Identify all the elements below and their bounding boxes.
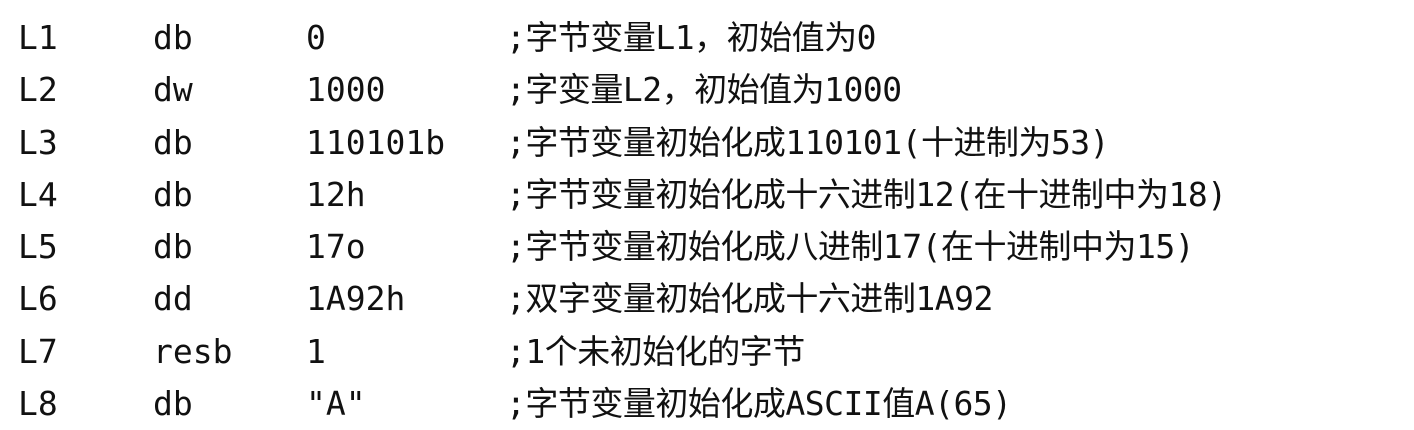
line-value: 12h <box>306 174 366 214</box>
line-directive: db <box>153 384 193 424</box>
code-line-1: L1 db 0 ;字节变量L1，初始值为0 <box>18 12 1408 64</box>
line-comment: ;字节变量初始化成ASCII值A(65) <box>506 384 1012 424</box>
line-comment: ;字节变量L1，初始值为0 <box>506 18 876 57</box>
line-directive: resb <box>153 331 233 371</box>
line-value: 1000 <box>306 70 386 110</box>
line-value: "A" <box>306 384 366 424</box>
code-line-3: L3 db 110101b ;字节变量初始化成110101(十进制为53) <box>18 117 1408 169</box>
line-value: 0 <box>306 18 326 57</box>
line-comment: ;1个未初始化的字节 <box>506 331 805 371</box>
line-comment: ;字节变量初始化成十六进制12(在十进制中为18) <box>506 174 1227 214</box>
line-directive: db <box>153 227 193 267</box>
line-comment: ;字变量L2，初始值为1000 <box>506 70 902 110</box>
code-line-4: L4 db 12h ;字节变量初始化成十六进制12(在十进制中为18) <box>18 169 1408 221</box>
code-line-8: L8 db "A" ;字节变量初始化成ASCII值A(65) <box>18 378 1408 430</box>
line-label: L1 <box>18 18 58 57</box>
line-label: L8 <box>18 384 58 424</box>
line-value: 1 <box>306 331 326 371</box>
line-value: 110101b <box>306 122 446 162</box>
line-label: L6 <box>18 279 58 319</box>
line-label: L5 <box>18 227 58 267</box>
line-label: L2 <box>18 70 58 110</box>
line-directive: db <box>153 122 193 162</box>
line-label: L3 <box>18 122 58 162</box>
line-value: 17o <box>306 227 366 267</box>
line-directive: dw <box>153 70 193 110</box>
line-directive: dd <box>153 279 193 319</box>
line-comment: ;双字变量初始化成十六进制1A92 <box>506 279 993 319</box>
line-directive: db <box>153 18 193 57</box>
line-comment: ;字节变量初始化成八进制17(在十进制中为15) <box>506 227 1195 267</box>
assembly-listing: L1 db 0 ;字节变量L1，初始值为0 L2 dw 1000 ;字变量L2，… <box>18 12 1408 430</box>
line-directive: db <box>153 174 193 214</box>
line-value: 1A92h <box>306 279 406 319</box>
code-line-2: L2 dw 1000 ;字变量L2，初始值为1000 <box>18 64 1408 116</box>
line-label: L4 <box>18 174 58 214</box>
code-line-7: L7 resb 1 ;1个未初始化的字节 <box>18 326 1408 378</box>
line-label: L7 <box>18 331 58 371</box>
code-line-6: L6 dd 1A92h ;双字变量初始化成十六进制1A92 <box>18 273 1408 325</box>
line-comment: ;字节变量初始化成110101(十进制为53) <box>506 122 1110 162</box>
code-line-5: L5 db 17o ;字节变量初始化成八进制17(在十进制中为15) <box>18 221 1408 273</box>
